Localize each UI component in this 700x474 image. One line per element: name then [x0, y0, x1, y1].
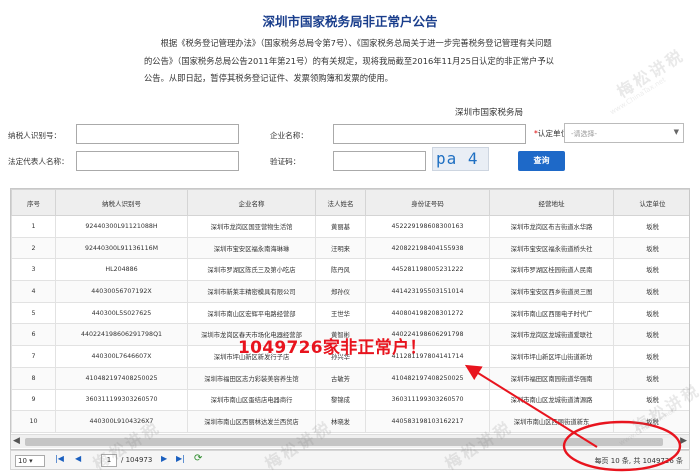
big-notice-annotation: 1049726家非正常户！	[238, 338, 427, 358]
annotation-overlay	[464, 364, 682, 472]
